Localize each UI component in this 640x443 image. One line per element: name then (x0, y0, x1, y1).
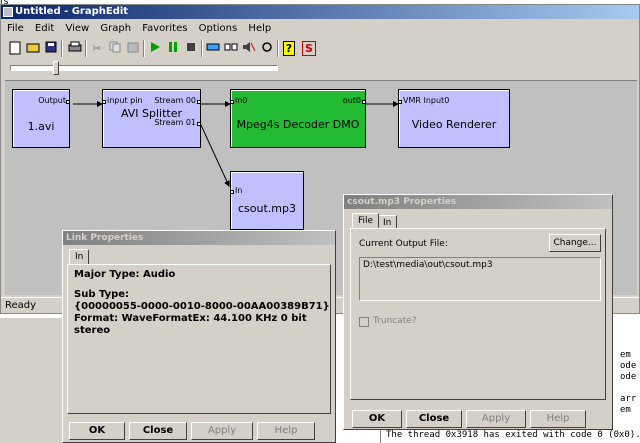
play-icon[interactable] (147, 40, 163, 56)
output-pin-label: Output (38, 96, 66, 105)
tab-panel: Current Output File: Change... D:\test\m… (350, 228, 606, 400)
pause-icon[interactable] (165, 40, 181, 56)
filter-video-renderer[interactable]: VMR Input0 Video Renderer (398, 89, 510, 148)
mp3-properties-dialog: csout.mp3 Properties File In Current Out… (343, 194, 613, 430)
in0-pin-label: in0 (235, 96, 248, 105)
refresh-icon[interactable] (259, 40, 275, 56)
menu-edit[interactable]: Edit (35, 23, 54, 34)
open-folder-icon[interactable] (25, 40, 41, 56)
dialog-title[interactable]: csout.mp3 Properties (344, 195, 612, 209)
filter-name: Video Renderer (411, 118, 497, 131)
input-pin-label: input pin (107, 96, 143, 105)
in0-pin[interactable] (230, 100, 234, 104)
seek-slider-thumb[interactable] (53, 61, 59, 75)
toolbar-separator (61, 40, 63, 57)
help-button[interactable]: Help (530, 410, 586, 428)
ok-button[interactable]: OK (352, 410, 402, 428)
help-icon[interactable]: ? (281, 40, 297, 56)
sub-type-value: {00000055-0000-0010-8000-00AA00389B71} (74, 301, 330, 312)
menubar: File Edit View Graph Favorites Options H… (1, 20, 639, 37)
format-text: Format: WaveFormatEx: 44.100 KHz 0 bit (74, 313, 307, 324)
stream00-pin-label: Stream 00 (154, 96, 196, 105)
tab-panel: Major Type: Audio Sub Type: {00000055-00… (67, 264, 331, 414)
menu-favorites[interactable]: Favorites (142, 23, 187, 34)
stop-icon[interactable] (183, 40, 199, 56)
output-pin[interactable] (66, 100, 70, 104)
in-pin-label: In (235, 186, 243, 195)
stream00-pin[interactable] (197, 100, 201, 104)
window-titlebar[interactable]: Untitled - GraphEdit (1, 5, 639, 19)
input-pin[interactable] (102, 100, 106, 104)
help-button[interactable]: Help (257, 422, 315, 440)
stream01-pin[interactable] (197, 122, 201, 126)
tab-in[interactable]: In (69, 249, 90, 264)
menu-file[interactable]: File (7, 23, 24, 34)
tab-file[interactable]: File (352, 213, 380, 228)
filter-name: 1.avi (27, 120, 55, 133)
mute-icon[interactable] (241, 40, 257, 56)
filter-avi-splitter[interactable]: input pin Stream 00 Stream 01 AVI Splitt… (102, 89, 201, 148)
background-output-lines: em ode ode arr em (620, 350, 637, 415)
close-button[interactable]: Close (406, 410, 462, 428)
major-type: Major Type: Audio (74, 269, 176, 280)
filter-name: AVI Splitter (120, 107, 183, 120)
background-panel-left (0, 318, 62, 443)
filter-csout-mp3[interactable]: In csout.mp3 (230, 171, 304, 230)
seek-icon[interactable] (223, 40, 239, 56)
link-properties-dialog: Link Properties In Major Type: Audio Sub… (62, 230, 336, 443)
filter-source[interactable]: Output 1.avi (12, 89, 70, 148)
truncate-label: Truncate? (373, 316, 417, 326)
frame-step-icon[interactable] (205, 40, 221, 56)
toolbar-separator (143, 40, 145, 57)
menu-help[interactable]: Help (248, 23, 271, 34)
seek-slider-track[interactable] (10, 65, 278, 71)
dialog-title[interactable]: Link Properties (63, 231, 335, 245)
apply-button[interactable]: Apply (191, 422, 253, 440)
filter-name: csout.mp3 (238, 202, 296, 215)
ok-button[interactable]: OK (69, 422, 125, 440)
output-file-field[interactable]: D:\test\media\out\csout.mp3 (359, 257, 601, 301)
menu-view[interactable]: View (65, 23, 89, 34)
print-icon[interactable] (67, 40, 83, 56)
filter-name: Mpeg4s Decoder DMO (236, 118, 360, 131)
toolbar: ✂ ? S (5, 38, 325, 60)
menu-options[interactable]: Options (199, 23, 238, 34)
output-file-path: D:\test\media\out\csout.mp3 (363, 260, 493, 270)
menu-graph[interactable]: Graph (100, 23, 131, 34)
out0-pin-label: out0 (342, 96, 361, 105)
in-pin[interactable] (230, 190, 234, 194)
vmr-input-pin-label: VMR Input0 (403, 96, 450, 105)
close-button[interactable]: Close (129, 422, 187, 440)
save-icon[interactable] (43, 40, 59, 56)
new-file-icon[interactable] (7, 40, 23, 56)
paste-icon[interactable] (125, 40, 141, 56)
vmr-input-pin[interactable] (398, 100, 402, 104)
current-output-label: Current Output File: (359, 239, 448, 249)
out0-pin[interactable] (362, 100, 366, 104)
window-title: Untitled - GraphEdit (15, 6, 129, 17)
truncate-checkbox[interactable] (359, 317, 369, 327)
copy-icon[interactable] (107, 40, 123, 56)
background-output-text: The thread 0x3918 has exited with code 0… (386, 430, 640, 440)
tab-in[interactable]: In (377, 215, 398, 228)
cut-icon[interactable]: ✂ (89, 40, 105, 56)
sub-type-label: Sub Type: (74, 289, 130, 300)
toolbar-separator (85, 40, 87, 57)
channels-text: stereo (74, 325, 111, 336)
app-icon (3, 7, 13, 17)
toolbar-separator (277, 40, 279, 57)
toolbar-separator (201, 40, 203, 57)
filter-mpeg4s-decoder[interactable]: in0 out0 Mpeg4s Decoder DMO (230, 89, 366, 148)
change-button[interactable]: Change... (549, 234, 601, 252)
status-text: Ready (5, 300, 37, 311)
apply-button[interactable]: Apply (466, 410, 526, 428)
stop-red-s-icon[interactable]: S (301, 40, 317, 56)
